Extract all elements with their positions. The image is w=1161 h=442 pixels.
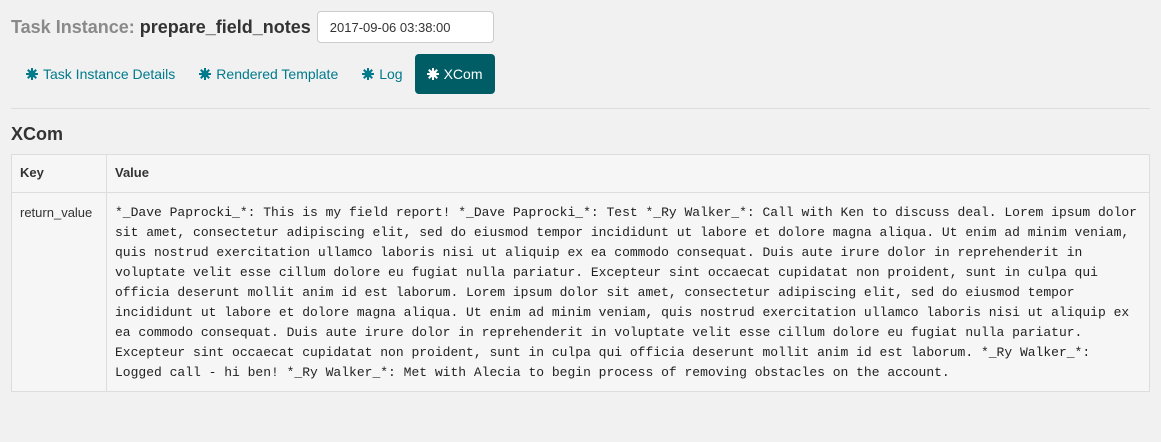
- page-header: Task Instance: prepare_field_notes 2017-…: [11, 10, 494, 44]
- divider: [11, 108, 1150, 109]
- column-header-key: Key: [11, 154, 107, 193]
- gear-icon: [362, 68, 375, 80]
- gear-icon: [26, 68, 38, 80]
- task-name: prepare_field_notes: [139, 16, 311, 37]
- gear-icon: [199, 68, 212, 80]
- tab-bar: Task Instance Details Rendered Template …: [14, 54, 495, 94]
- execution-date-select[interactable]: 2017-09-06 03:38:00: [316, 11, 494, 43]
- tab-label: Log: [379, 66, 403, 82]
- task-instance-label: Task Instance:: [11, 16, 135, 37]
- tab-label: XCom: [443, 66, 483, 82]
- tab-label: Task Instance Details: [43, 66, 176, 82]
- xcom-key: return_value: [11, 192, 107, 392]
- xcom-value: *_Dave Paprocki_*: This is my field repo…: [106, 192, 1150, 392]
- tab-task-instance-details[interactable]: Task Instance Details: [14, 54, 187, 94]
- section-title: XCom: [11, 124, 64, 144]
- tab-label: Rendered Template: [216, 66, 339, 82]
- table-row: return_value *_Dave Paprocki_*: This is …: [11, 192, 1150, 392]
- task-instance-page: Task Instance: prepare_field_notes 2017-…: [0, 0, 1161, 442]
- gear-icon: [426, 68, 439, 80]
- table-header-row: Key Value: [11, 154, 1150, 193]
- tab-xcom[interactable]: XCom: [414, 54, 495, 94]
- xcom-table: Key Value return_value *_Dave Paprocki_*…: [11, 154, 1150, 392]
- tab-log[interactable]: Log: [350, 54, 414, 94]
- column-header-value: Value: [106, 154, 1150, 193]
- tab-rendered-template[interactable]: Rendered Template: [187, 54, 350, 94]
